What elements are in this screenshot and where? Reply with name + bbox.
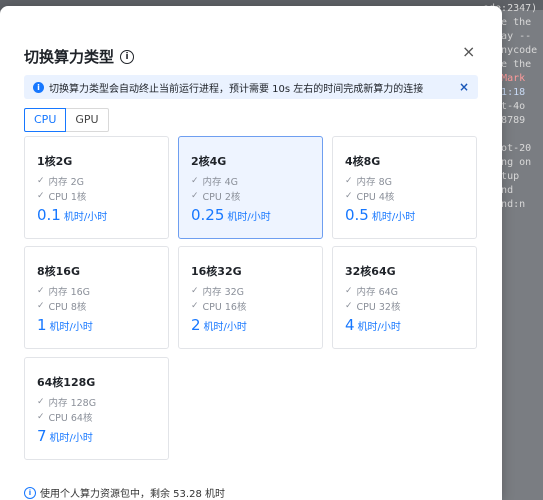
cpu-label: CPU 64核 (48, 413, 93, 424)
info-icon: i (24, 486, 36, 499)
check-icon: ✓ (345, 286, 353, 296)
price-unit: 机时/小时 (63, 212, 108, 223)
price-value: 2 (191, 316, 201, 334)
check-icon: ✓ (191, 191, 199, 201)
spec-card-memory: ✓ 内存 2G (37, 174, 84, 188)
spec-card-name: 1核2G (37, 155, 73, 168)
check-icon: ✓ (37, 301, 45, 311)
memory-label: 内存 64G (356, 287, 399, 298)
spec-card-cpu: ✓ CPU 8核 (37, 299, 86, 313)
check-icon: ✓ (345, 191, 353, 201)
spec-card-price: 2 机时/小时 (191, 316, 247, 334)
cpu-label: CPU 1核 (48, 192, 87, 203)
price-unit: 机时/小时 (49, 433, 93, 444)
spec-card-price: 1 机时/小时 (37, 316, 93, 334)
spec-card-price: 7 机时/小时 (37, 427, 93, 445)
spec-card[interactable]: 64核128G ✓ 内存 128G ✓ CPU 64核 7 机时/小时 (24, 357, 169, 460)
check-icon: ✓ (345, 301, 353, 311)
spec-card-cpu: ✓ CPU 64核 (37, 410, 92, 424)
spec-card-cpu: ✓ CPU 2核 (191, 189, 240, 203)
price-unit: 机时/小时 (203, 322, 247, 333)
notice-text: 切换算力类型会自动终止当前运行进程，预计需要 10s 左右的时间完成新算力的连接 (49, 83, 424, 95)
spec-card-name: 16核32G (191, 265, 242, 278)
check-icon: ✓ (191, 286, 199, 296)
cpu-label: CPU 8核 (48, 302, 87, 313)
price-value: 1 (37, 316, 47, 334)
spec-card-cpu: ✓ CPU 1核 (37, 189, 86, 203)
spec-card[interactable]: 32核64G ✓ 内存 64G ✓ CPU 32核 4 机时/小时 (332, 246, 477, 349)
spec-card-memory: ✓ 内存 128G (37, 395, 96, 409)
check-icon: ✓ (37, 397, 45, 407)
spec-card-cpu: ✓ CPU 32核 (345, 299, 400, 313)
check-icon: ✓ (191, 176, 199, 186)
spec-card-name: 4核8G (345, 155, 381, 168)
check-icon: ✓ (37, 412, 45, 422)
memory-label: 内存 4G (202, 177, 238, 188)
spec-card-price: 0.25 机时/小时 (191, 206, 271, 224)
price-unit: 机时/小时 (371, 212, 416, 223)
spec-card-memory: ✓ 内存 16G (37, 284, 90, 298)
switch-compute-dialog: 切换算力类型 i × i 切换算力类型会自动终止当前运行进程，预计需要 10s … (0, 6, 502, 500)
check-icon: ✓ (345, 176, 353, 186)
cpu-label: CPU 2核 (202, 192, 241, 203)
spec-card-cpu: ✓ CPU 4核 (345, 189, 394, 203)
close-dialog-button[interactable]: × (462, 42, 475, 61)
cpu-label: CPU 4核 (356, 192, 395, 203)
resource-balance-text: 使用个人算力资源包中，剩余 53.28 机时 (40, 489, 225, 500)
spec-card-cpu: ✓ CPU 16核 (191, 299, 246, 313)
notice-close-button[interactable]: × (459, 80, 469, 94)
price-value: 0.25 (191, 206, 225, 224)
price-unit: 机时/小时 (49, 322, 93, 333)
price-unit: 机时/小时 (227, 212, 271, 223)
price-value: 0.5 (345, 206, 369, 224)
memory-label: 内存 32G (202, 287, 245, 298)
spec-card-memory: ✓ 内存 32G (191, 284, 244, 298)
spec-card-name: 2核4G (191, 155, 227, 168)
price-value: 7 (37, 427, 47, 445)
spec-card[interactable]: 1核2G ✓ 内存 2G ✓ CPU 1核 0.1 机时/小时 (24, 136, 169, 239)
spec-card[interactable]: 4核8G ✓ 内存 8G ✓ CPU 4核 0.5 机时/小时 (332, 136, 477, 239)
compute-type-tabs: CPU GPU (24, 108, 109, 132)
tab-gpu[interactable]: GPU (66, 108, 109, 132)
spec-card-price: 0.5 机时/小时 (345, 206, 415, 224)
dialog-title-text: 切换算力类型 (24, 48, 115, 66)
price-value: 4 (345, 316, 355, 334)
info-icon: i (33, 81, 44, 93)
spec-card-memory: ✓ 内存 8G (345, 174, 392, 188)
spec-card[interactable]: 2核4G ✓ 内存 4G ✓ CPU 2核 0.25 机时/小时 (178, 136, 323, 239)
cpu-label: CPU 16核 (202, 302, 247, 313)
spec-card[interactable]: 16核32G ✓ 内存 32G ✓ CPU 16核 2 机时/小时 (178, 246, 323, 349)
check-icon: ✓ (37, 286, 45, 296)
check-icon: ✓ (37, 176, 45, 186)
spec-card-price: 0.1 机时/小时 (37, 206, 107, 224)
resource-balance-footer: i 使用个人算力资源包中，剩余 53.28 机时 (24, 485, 225, 500)
price-value: 0.1 (37, 206, 61, 224)
spec-card-name: 8核16G (37, 265, 80, 278)
spec-card-name: 32核64G (345, 265, 396, 278)
memory-label: 内存 128G (48, 398, 97, 409)
memory-label: 内存 8G (356, 177, 392, 188)
spec-card-price: 4 机时/小时 (345, 316, 401, 334)
info-icon[interactable]: i (120, 49, 135, 64)
check-icon: ✓ (191, 301, 199, 311)
memory-label: 内存 2G (48, 177, 84, 188)
dialog-title: 切换算力类型 i (24, 46, 135, 67)
memory-label: 内存 16G (48, 287, 91, 298)
spec-card-memory: ✓ 内存 64G (345, 284, 398, 298)
spec-card[interactable]: 8核16G ✓ 内存 16G ✓ CPU 8核 1 机时/小时 (24, 246, 169, 349)
cpu-label: CPU 32核 (356, 302, 401, 313)
check-icon: ✓ (37, 191, 45, 201)
warning-notice: i 切换算力类型会自动终止当前运行进程，预计需要 10s 左右的时间完成新算力的… (24, 75, 478, 99)
spec-card-memory: ✓ 内存 4G (191, 174, 238, 188)
tab-cpu[interactable]: CPU (24, 108, 67, 132)
price-unit: 机时/小时 (357, 322, 401, 333)
spec-card-name: 64核128G (37, 376, 96, 389)
